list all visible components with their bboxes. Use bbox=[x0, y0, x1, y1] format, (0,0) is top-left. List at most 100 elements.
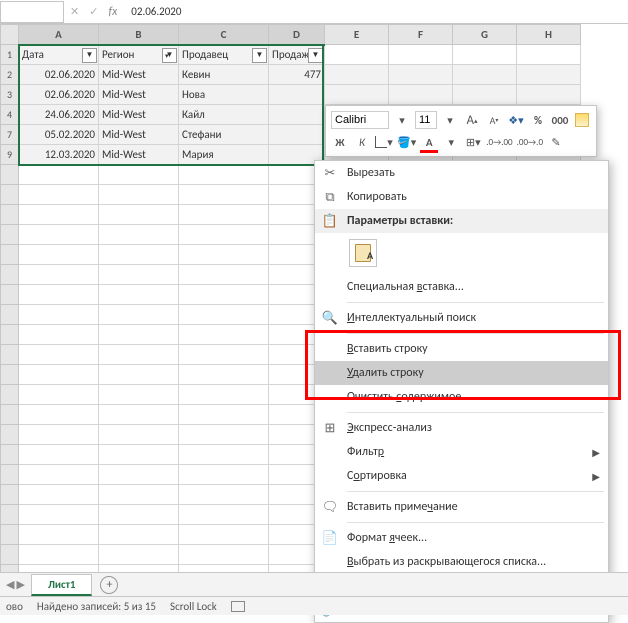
row-header[interactable]: 9 bbox=[1, 145, 19, 165]
cell[interactable] bbox=[389, 85, 453, 105]
row-header[interactable]: 1 bbox=[1, 45, 19, 65]
row-header[interactable]: 2 bbox=[1, 65, 19, 85]
column-header[interactable]: B bbox=[99, 25, 179, 45]
ctx-paste-special[interactable]: Специальная вставка... bbox=[315, 275, 608, 299]
cell[interactable]: 02.06.2020 bbox=[19, 65, 99, 85]
ctx-delete-row[interactable]: Удалить строку bbox=[315, 361, 608, 385]
borders-menu-icon[interactable]: ⊞▾ bbox=[464, 133, 482, 151]
cell[interactable] bbox=[19, 285, 99, 305]
formula-value[interactable]: 02.06.2020 bbox=[123, 5, 181, 18]
cell[interactable] bbox=[99, 165, 179, 185]
row-header[interactable] bbox=[1, 445, 19, 465]
cell[interactable] bbox=[19, 205, 99, 225]
cell[interactable] bbox=[99, 505, 179, 525]
cell[interactable]: Mid-West bbox=[99, 85, 179, 105]
column-header[interactable]: F bbox=[389, 25, 453, 45]
table-header-cell[interactable]: Продаж▼ bbox=[269, 45, 325, 65]
cell[interactable] bbox=[325, 45, 389, 65]
cell[interactable] bbox=[99, 385, 179, 405]
font-size-input[interactable] bbox=[415, 111, 437, 129]
row-header[interactable] bbox=[1, 205, 19, 225]
column-header[interactable]: E bbox=[325, 25, 389, 45]
cell[interactable] bbox=[19, 405, 99, 425]
cell[interactable]: Мария bbox=[179, 145, 269, 165]
row-header[interactable] bbox=[1, 165, 19, 185]
borders-icon[interactable]: ▾ bbox=[375, 133, 393, 151]
filter-dropdown-icon[interactable]: ▼ bbox=[308, 48, 323, 63]
size-dropdown-icon[interactable]: ▾ bbox=[441, 111, 459, 129]
tab-prev-icon[interactable]: ◀ bbox=[6, 578, 14, 591]
cell[interactable] bbox=[179, 345, 269, 365]
cell[interactable] bbox=[99, 345, 179, 365]
cell[interactable] bbox=[517, 85, 581, 105]
insert-function-icon[interactable]: fx bbox=[108, 5, 117, 19]
font-name-input[interactable] bbox=[331, 111, 389, 129]
ctx-format-cells[interactable]: 📄Формат ячеек... bbox=[315, 526, 608, 550]
row-header[interactable] bbox=[1, 245, 19, 265]
cell[interactable] bbox=[99, 445, 179, 465]
select-all-cell[interactable] bbox=[1, 25, 19, 45]
cell[interactable] bbox=[99, 325, 179, 345]
cell[interactable] bbox=[179, 265, 269, 285]
table-header-cell[interactable]: Продавец▼ bbox=[179, 45, 269, 65]
cell[interactable]: Mid-West bbox=[99, 65, 179, 85]
row-header[interactable] bbox=[1, 225, 19, 245]
cell[interactable] bbox=[179, 465, 269, 485]
cell[interactable] bbox=[179, 425, 269, 445]
cell[interactable]: Кевин bbox=[179, 65, 269, 85]
row-header[interactable] bbox=[1, 305, 19, 325]
cell[interactable] bbox=[99, 425, 179, 445]
macro-record-icon[interactable] bbox=[231, 601, 245, 612]
cell[interactable] bbox=[19, 165, 99, 185]
row-header[interactable] bbox=[1, 185, 19, 205]
format-painter-icon[interactable] bbox=[573, 111, 591, 129]
font-dropdown-icon[interactable]: ▾ bbox=[393, 111, 411, 129]
tab-next-icon[interactable]: ▶ bbox=[16, 578, 24, 591]
cell[interactable] bbox=[19, 245, 99, 265]
cell[interactable] bbox=[99, 265, 179, 285]
row-header[interactable]: 3 bbox=[1, 85, 19, 105]
cell[interactable]: 12.03.2020 bbox=[19, 145, 99, 165]
row-header[interactable] bbox=[1, 485, 19, 505]
cell[interactable] bbox=[19, 505, 99, 525]
tab-nav[interactable]: ◀▶ bbox=[0, 578, 31, 591]
cell[interactable] bbox=[179, 285, 269, 305]
cell[interactable]: 24.06.2020 bbox=[19, 105, 99, 125]
cell[interactable] bbox=[179, 245, 269, 265]
cell[interactable] bbox=[179, 165, 269, 185]
accept-formula-icon[interactable]: ✓ bbox=[89, 5, 98, 18]
ctx-sort[interactable]: Сортировка▶ bbox=[315, 464, 608, 488]
cell[interactable] bbox=[179, 325, 269, 345]
cell[interactable] bbox=[99, 225, 179, 245]
cell[interactable] bbox=[179, 545, 269, 565]
cell[interactable] bbox=[19, 225, 99, 245]
column-header[interactable]: D bbox=[269, 25, 325, 45]
row-header[interactable] bbox=[1, 405, 19, 425]
cell[interactable]: 05.02.2020 bbox=[19, 125, 99, 145]
cell[interactable] bbox=[269, 125, 325, 145]
cell[interactable] bbox=[517, 65, 581, 85]
cell[interactable] bbox=[19, 525, 99, 545]
row-header[interactable] bbox=[1, 425, 19, 445]
cell[interactable] bbox=[99, 545, 179, 565]
ctx-smart-lookup[interactable]: 🔍Интеллектуальный поиск bbox=[315, 306, 608, 330]
cell[interactable] bbox=[19, 545, 99, 565]
font-color-icon[interactable]: А bbox=[420, 133, 438, 151]
decrease-font-icon[interactable]: A▾ bbox=[485, 111, 503, 129]
sheet-tab-active[interactable]: Лист1 bbox=[31, 574, 93, 596]
ctx-insert-comment[interactable]: 🗨Вставить примечание bbox=[315, 495, 608, 519]
cell[interactable] bbox=[19, 425, 99, 445]
bold-button[interactable]: Ж bbox=[331, 133, 349, 151]
cell[interactable]: Нова bbox=[179, 85, 269, 105]
cell[interactable] bbox=[179, 205, 269, 225]
row-header[interactable] bbox=[1, 545, 19, 565]
cell[interactable] bbox=[19, 485, 99, 505]
increase-font-icon[interactable]: A▴ bbox=[463, 111, 481, 129]
ctx-copy[interactable]: ⧉Копировать bbox=[315, 185, 608, 209]
filter-dropdown-icon[interactable]: ▾▼ bbox=[162, 48, 177, 63]
cell[interactable] bbox=[179, 505, 269, 525]
row-header[interactable] bbox=[1, 325, 19, 345]
cell[interactable] bbox=[19, 265, 99, 285]
add-sheet-button[interactable]: + bbox=[100, 576, 118, 594]
column-header[interactable]: A bbox=[19, 25, 99, 45]
